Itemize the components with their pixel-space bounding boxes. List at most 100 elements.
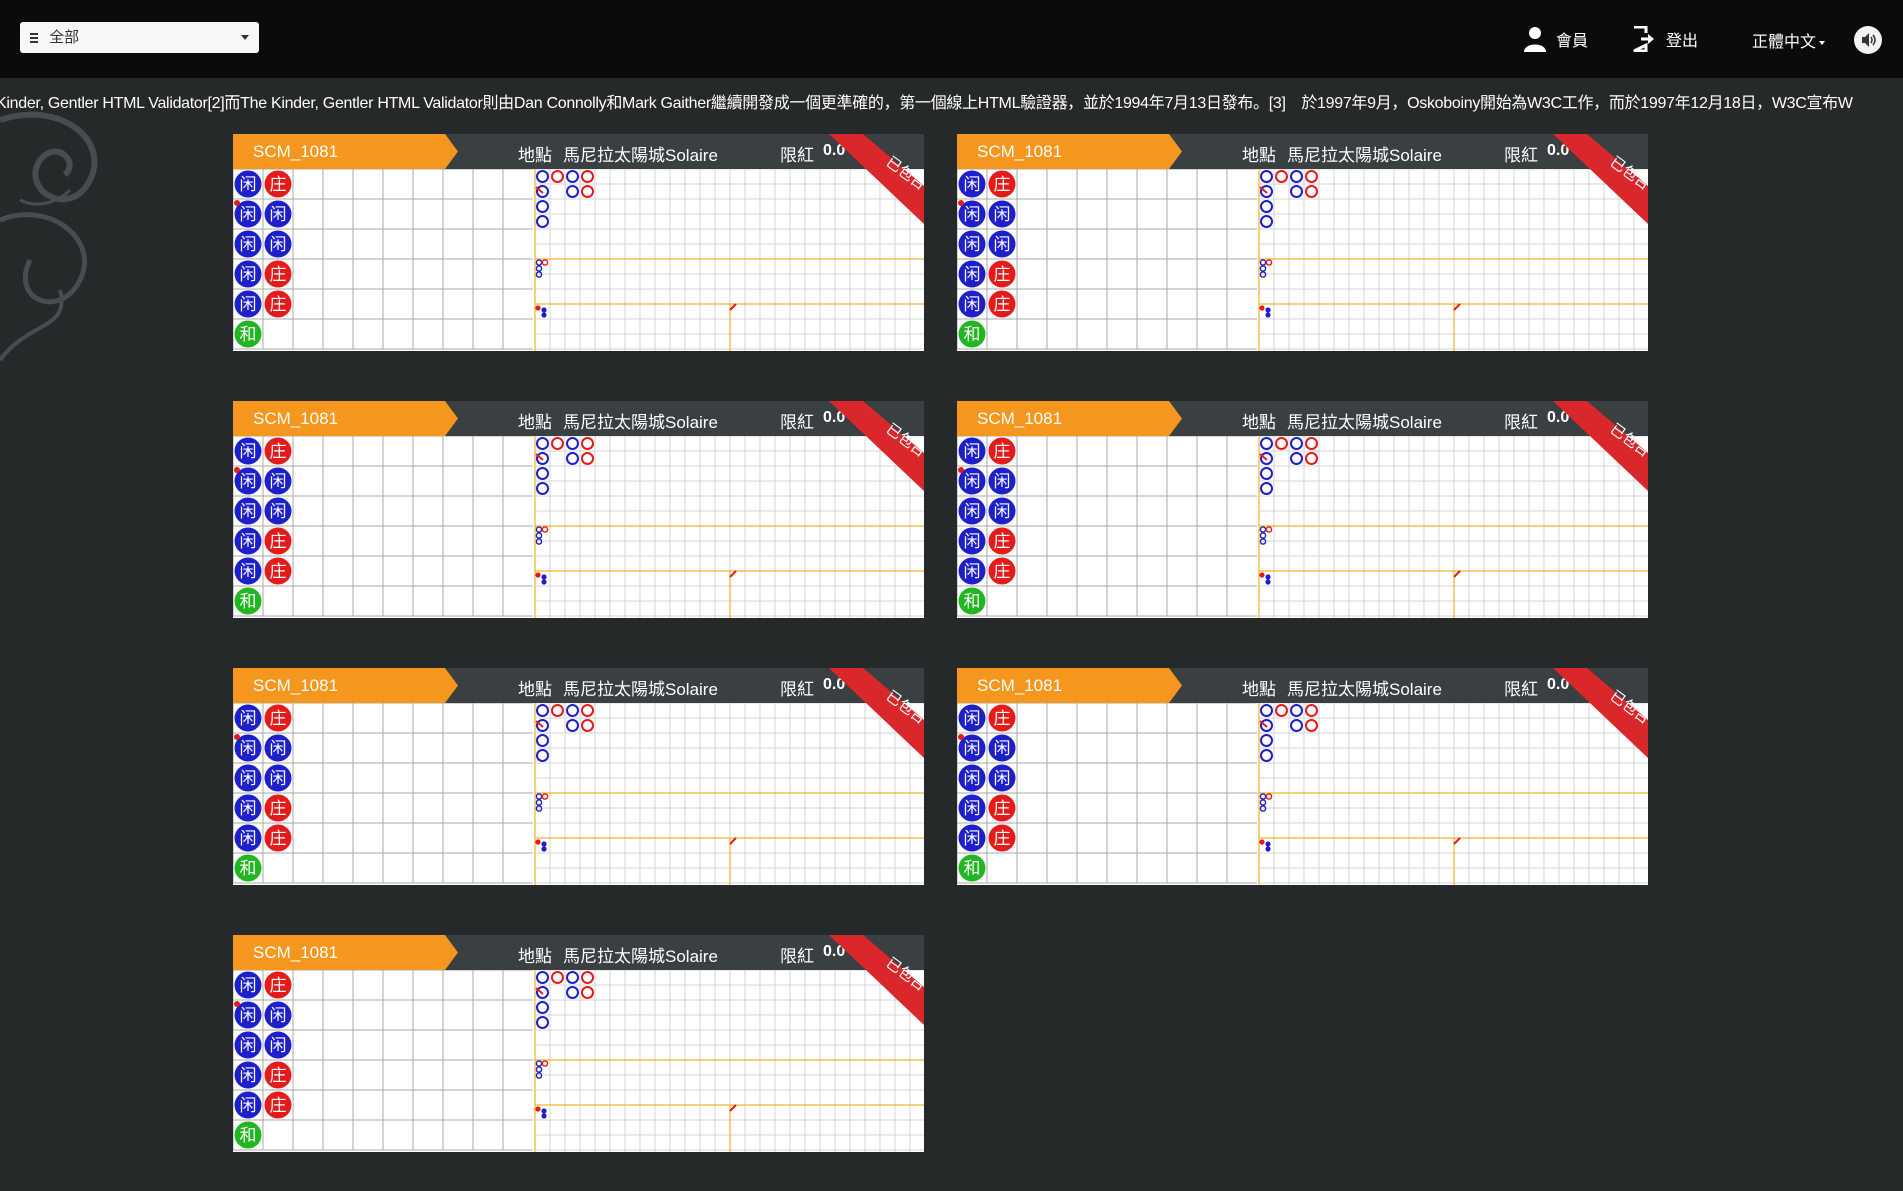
language-select[interactable]: 正體中文 bbox=[1752, 28, 1826, 52]
sound-toggle-button[interactable] bbox=[1854, 26, 1882, 54]
table-id: SCM_1081 bbox=[977, 142, 1063, 161]
card-header: SCM_1081 地點 馬尼拉太陽城Solaire 限紅 0.0 bbox=[957, 401, 1648, 436]
bead-label: 闲 bbox=[240, 1006, 257, 1026]
baccarat-table-card[interactable]: SCM_1081 地點 馬尼拉太陽城Solaire 限紅 0.0 闲闲闲闲闲和庄… bbox=[233, 935, 924, 1152]
table-filter-select[interactable]: 全部 bbox=[20, 22, 259, 53]
card-header: SCM_1081 地點 馬尼拉太陽城Solaire 限紅 0.0 bbox=[957, 668, 1648, 703]
bead-label: 闲 bbox=[964, 472, 981, 492]
baccarat-table-card[interactable]: SCM_1081 地點 馬尼拉太陽城Solaire 限紅 0.0 闲闲闲闲闲和庄… bbox=[957, 134, 1648, 351]
bead-label: 闲 bbox=[270, 472, 287, 492]
derived-road-mark bbox=[535, 572, 541, 578]
derived-road-mark bbox=[535, 305, 541, 311]
bead-label: 庄 bbox=[994, 709, 1011, 729]
reserved-ribbon: 已包台 bbox=[1553, 401, 1648, 491]
bead-label: 闲 bbox=[240, 502, 257, 522]
user-icon bbox=[1524, 27, 1546, 52]
reserved-ribbon: 已包台 bbox=[829, 401, 924, 491]
menu-icon bbox=[30, 31, 38, 45]
bead-label: 闲 bbox=[240, 769, 257, 789]
bead-label: 闲 bbox=[964, 709, 981, 729]
table-id: SCM_1081 bbox=[253, 676, 339, 695]
baccarat-table-card[interactable]: SCM_1081 地點 馬尼拉太陽城Solaire 限紅 0.0 闲闲闲闲闲和庄… bbox=[233, 401, 924, 618]
derived-road-mark bbox=[1259, 305, 1265, 311]
baccarat-table-card[interactable]: SCM_1081 地點 馬尼拉太陽城Solaire 限紅 0.0 闲闲闲闲闲和庄… bbox=[233, 134, 924, 351]
bead-label: 和 bbox=[240, 592, 257, 612]
bead-marker bbox=[958, 200, 964, 206]
limit-label: 限紅 bbox=[1504, 413, 1538, 432]
reserved-ribbon: 已包台 bbox=[1553, 134, 1648, 224]
bead-label: 闲 bbox=[270, 1036, 287, 1056]
reserved-ribbon: 已包台 bbox=[1553, 668, 1648, 758]
bead-label: 闲 bbox=[994, 205, 1011, 225]
roadmap-grid: 闲闲闲闲闲和庄闲闲庄庄 bbox=[957, 169, 1648, 351]
roadmap-grid: 闲闲闲闲闲和庄闲闲庄庄 bbox=[233, 436, 924, 618]
derived-road-mark bbox=[541, 1108, 547, 1114]
derived-road-mark bbox=[1259, 572, 1265, 578]
bead-label: 闲 bbox=[240, 709, 257, 729]
roadmap-grid: 闲闲闲闲闲和庄闲闲庄庄 bbox=[233, 169, 924, 351]
card-header: SCM_1081 地點 馬尼拉太陽城Solaire 限紅 0.0 bbox=[233, 668, 924, 703]
bead-label: 闲 bbox=[270, 205, 287, 225]
bead-label: 庄 bbox=[270, 532, 287, 552]
announcement-text: Kinder, Gentler HTML Validator[2]而The Ki… bbox=[0, 95, 1853, 112]
roadmap-grid: 闲闲闲闲闲和庄闲闲庄庄 bbox=[957, 703, 1648, 885]
logout-button[interactable]: 登出 bbox=[1632, 25, 1698, 53]
logout-label: 登出 bbox=[1666, 33, 1699, 50]
bead-label: 庄 bbox=[270, 1096, 287, 1116]
bead-label: 闲 bbox=[964, 769, 981, 789]
bead-label: 和 bbox=[964, 592, 981, 612]
derived-road-mark bbox=[541, 846, 547, 852]
bead-label: 闲 bbox=[964, 829, 981, 849]
bead-label: 闲 bbox=[270, 1006, 287, 1026]
reserved-ribbon: 已包台 bbox=[829, 668, 924, 758]
card-header: SCM_1081 地點 馬尼拉太陽城Solaire 限紅 0.0 bbox=[233, 935, 924, 970]
bead-marker bbox=[234, 200, 240, 206]
bead-label: 闲 bbox=[964, 265, 981, 285]
table-filter-value: 全部 bbox=[49, 29, 80, 46]
bead-label: 闲 bbox=[240, 442, 257, 462]
bead-label: 闲 bbox=[994, 472, 1011, 492]
table-id: SCM_1081 bbox=[253, 943, 339, 962]
bead-label: 闲 bbox=[964, 235, 981, 255]
bead-label: 庄 bbox=[270, 799, 287, 819]
derived-road-mark bbox=[1259, 839, 1265, 845]
bead-marker bbox=[958, 734, 964, 740]
bead-label: 闲 bbox=[964, 295, 981, 315]
bead-label: 闲 bbox=[270, 502, 287, 522]
baccarat-table-card[interactable]: SCM_1081 地點 馬尼拉太陽城Solaire 限紅 0.0 闲闲闲闲闲和庄… bbox=[957, 401, 1648, 618]
limit-label: 限紅 bbox=[780, 680, 814, 699]
bead-label: 庄 bbox=[994, 442, 1011, 462]
location-label: 地點 bbox=[518, 146, 552, 165]
derived-road-mark bbox=[541, 574, 547, 580]
derived-road-mark bbox=[541, 312, 547, 318]
bead-label: 庄 bbox=[270, 442, 287, 462]
bead-label: 闲 bbox=[240, 235, 257, 255]
location-value: 馬尼拉太陽城Solaire bbox=[563, 146, 718, 165]
table-id: SCM_1081 bbox=[253, 409, 339, 428]
bead-label: 闲 bbox=[240, 1036, 257, 1056]
bead-label: 闲 bbox=[240, 799, 257, 819]
location-label: 地點 bbox=[518, 413, 552, 432]
reserved-ribbon: 已包台 bbox=[829, 935, 924, 1025]
logout-icon bbox=[1633, 26, 1654, 52]
baccarat-table-card[interactable]: SCM_1081 地點 馬尼拉太陽城Solaire 限紅 0.0 闲闲闲闲闲和庄… bbox=[957, 668, 1648, 885]
member-button[interactable]: 會員 bbox=[1524, 25, 1588, 53]
limit-label: 限紅 bbox=[1504, 680, 1538, 699]
derived-road-mark bbox=[535, 1106, 541, 1112]
location-value: 馬尼拉太陽城Solaire bbox=[1287, 413, 1442, 432]
speaker-icon bbox=[1862, 33, 1876, 47]
bead-label: 庄 bbox=[994, 265, 1011, 285]
chevron-down-icon bbox=[241, 35, 249, 40]
bead-label: 闲 bbox=[240, 265, 257, 285]
bead-label: 闲 bbox=[240, 562, 257, 582]
derived-road-mark bbox=[541, 307, 547, 313]
bead-label: 闲 bbox=[240, 205, 257, 225]
announcement-marquee: Kinder, Gentler HTML Validator[2]而The Ki… bbox=[0, 88, 1903, 112]
bead-label: 和 bbox=[964, 859, 981, 879]
bead-label: 闲 bbox=[964, 799, 981, 819]
baccarat-table-card[interactable]: SCM_1081 地點 馬尼拉太陽城Solaire 限紅 0.0 闲闲闲闲闲和庄… bbox=[233, 668, 924, 885]
bead-label: 庄 bbox=[270, 976, 287, 996]
bead-label: 闲 bbox=[240, 295, 257, 315]
derived-road-mark bbox=[1265, 312, 1271, 318]
bead-label: 和 bbox=[240, 325, 257, 345]
